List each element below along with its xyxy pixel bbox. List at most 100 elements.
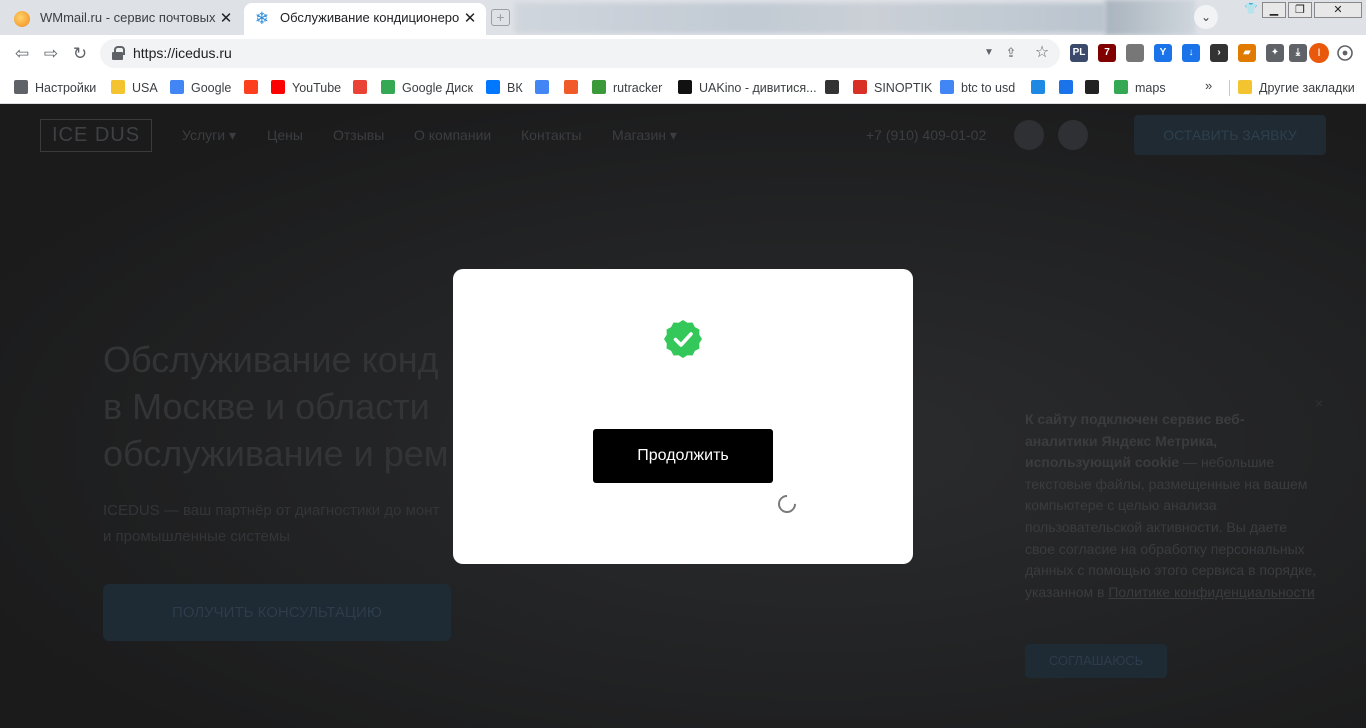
f-bookmark-icon (564, 80, 578, 94)
blurred-tabs (515, 3, 1105, 33)
bookmark-label: rutracker (613, 81, 663, 95)
privacy-policy-link[interactable]: Политике конфиденциальности (1108, 584, 1314, 600)
bookmark-item[interactable]: Настройки (14, 78, 96, 98)
blurred-tab-area (1105, 0, 1195, 35)
maximize-button[interactable]: ❐ (1288, 2, 1312, 18)
bookmark-item[interactable]: maps (1114, 78, 1166, 98)
get-consultation-button[interactable]: ПОЛУЧИТЬ КОНСУЛЬТАЦИЮ (103, 584, 451, 641)
chevron-bookmark-icon (1059, 80, 1073, 94)
folder-icon (1238, 80, 1252, 94)
other-bookmarks-label: Другие закладки (1259, 81, 1355, 95)
bookmark-item[interactable]: YouTube (271, 78, 341, 98)
bc-bookmark-icon (1085, 80, 1099, 94)
dropdown-triangle-icon[interactable]: ▼ (980, 44, 998, 62)
bookmark-item[interactable]: SINOPTIK (853, 78, 932, 98)
pl-extension-icon[interactable]: PL (1070, 44, 1088, 62)
terminal-extension-icon[interactable]: › (1210, 44, 1228, 62)
nav-shop[interactable]: Магазин ▾ (612, 127, 677, 144)
hero-subtitle-line: и промышленные системы (103, 528, 290, 545)
profile-avatar[interactable]: I (1309, 43, 1329, 63)
gear-icon (14, 80, 28, 94)
reload-icon[interactable]: ↻ (69, 43, 91, 65)
nav-contacts[interactable]: Контакты (521, 127, 581, 143)
telegram-icon[interactable] (1014, 120, 1044, 150)
maps-pin-icon (1114, 80, 1128, 94)
more-bookmarks-chevron-icon[interactable]: » (1205, 78, 1212, 93)
tab-wmmail[interactable]: WMmail.ru - сервис почтовых рассылок ✕ (4, 3, 242, 35)
google-icon (940, 80, 954, 94)
bookmark-item[interactable] (244, 78, 265, 98)
nav-prices[interactable]: Цены (267, 127, 303, 143)
site-logo[interactable]: ICE DUS (40, 119, 152, 152)
tab-search-chevron-icon[interactable]: ⌄ (1194, 5, 1218, 29)
download-arrow-extension-icon[interactable]: ↓ (1182, 44, 1200, 62)
close-tab-icon[interactable]: ✕ (462, 11, 478, 27)
bookmark-label: Google (191, 81, 232, 95)
google-drive-icon (381, 80, 395, 94)
bookmark-item[interactable] (1059, 78, 1080, 98)
page-content: ICE DUS Услуги ▾ Цены Отзывы О компании … (0, 104, 1366, 728)
tab-strip: WMmail.ru - сервис почтовых рассылок ✕ ❄… (0, 0, 1366, 35)
hero-title-line: обслуживание и рем (103, 433, 449, 474)
bookmark-item[interactable]: Google (170, 78, 231, 98)
nav-reviews[interactable]: Отзывы (333, 127, 384, 143)
bookmark-label: ВК (507, 81, 523, 95)
puzzle-extensions-icon[interactable]: ✦ (1266, 44, 1284, 62)
bookmark-item[interactable]: USA (111, 78, 158, 98)
chess-knight-icon (825, 80, 839, 94)
shirt-theme-icon[interactable]: 👕 (1242, 2, 1260, 18)
cookie-agree-button[interactable]: СОГЛАШАЮСЬ (1025, 644, 1167, 678)
close-window-button[interactable]: ✕ (1314, 2, 1362, 18)
bookmark-item[interactable]: UAKino - дивитися... (678, 78, 817, 98)
bookmark-item[interactable]: btc to usd (940, 78, 1015, 98)
loading-spinner-icon (774, 491, 800, 517)
briefcase-extension-icon[interactable] (1126, 44, 1144, 62)
address-bar[interactable]: https://icedus.ru ▼ ⇪ ☆ (100, 39, 1060, 68)
site-phone[interactable]: +7 (910) 409-01-02 (866, 127, 986, 143)
chart-extension-icon[interactable]: ▰ (1238, 44, 1256, 62)
wmmail-favicon-icon (14, 11, 30, 27)
downloads-icon[interactable]: ⤓ (1289, 44, 1307, 62)
menu-kebab-icon[interactable] (1336, 43, 1354, 63)
folder-icon (111, 80, 125, 94)
back-arrow-icon[interactable]: ⇦ (11, 43, 33, 65)
bookmark-item[interactable]: Google Диск (381, 78, 473, 98)
whatsapp-icon[interactable] (1058, 120, 1088, 150)
nav-about[interactable]: О компании (414, 127, 491, 143)
bookmark-item[interactable] (1085, 78, 1106, 98)
youtube-icon (271, 80, 285, 94)
leave-request-button[interactable]: ОСТАВИТЬ ЗАЯВКУ (1134, 115, 1326, 155)
other-bookmarks-folder[interactable]: Другие закладки (1238, 78, 1355, 98)
hero-title-line: Обслуживание конд (103, 339, 439, 380)
continue-button[interactable]: Продолжить (593, 429, 773, 483)
vk-icon (486, 80, 500, 94)
y-extension-icon[interactable]: Y (1154, 44, 1172, 62)
ublock-icon[interactable]: 7 (1098, 44, 1116, 62)
new-tab-button[interactable]: + (491, 9, 510, 26)
bookmark-item[interactable] (1031, 78, 1052, 98)
minimize-button[interactable]: ▁ (1262, 2, 1286, 18)
google-translate-icon (535, 80, 549, 94)
bookmark-item[interactable] (825, 78, 846, 98)
nav-services[interactable]: Услуги ▾ (182, 127, 236, 144)
lock-icon[interactable] (112, 46, 125, 60)
bookmark-item[interactable] (564, 78, 585, 98)
p-bookmark-icon (1031, 80, 1045, 94)
tab-icedus[interactable]: ❄ Обслуживание кондиционеров и ✕ (244, 3, 486, 35)
browser-toolbar: ⇦ ⇨ ↻ https://icedus.ru ▼ ⇪ ☆ PL 7 Y ↓ › ▰ ✦ ⤓ … (0, 35, 1366, 72)
yandex-icon (244, 80, 258, 94)
share-icon[interactable]: ⇪ (1002, 44, 1020, 62)
bookmark-label: Google Диск (402, 81, 473, 95)
url-text[interactable]: https://icedus.ru (133, 45, 232, 61)
google-icon (170, 80, 184, 94)
bookmark-item[interactable] (353, 78, 374, 98)
bookmark-label: btc to usd (961, 81, 1016, 95)
close-tab-icon[interactable]: ✕ (218, 11, 234, 27)
bookmark-item[interactable]: ВК (486, 78, 523, 98)
bookmark-item[interactable]: rutracker (592, 78, 662, 98)
bookmark-item[interactable] (535, 78, 556, 98)
bookmark-star-icon[interactable]: ☆ (1033, 44, 1051, 62)
rutracker-icon (592, 80, 606, 94)
forward-arrow-icon[interactable]: ⇨ (40, 43, 62, 65)
bookmark-label: YouTube (292, 81, 342, 95)
